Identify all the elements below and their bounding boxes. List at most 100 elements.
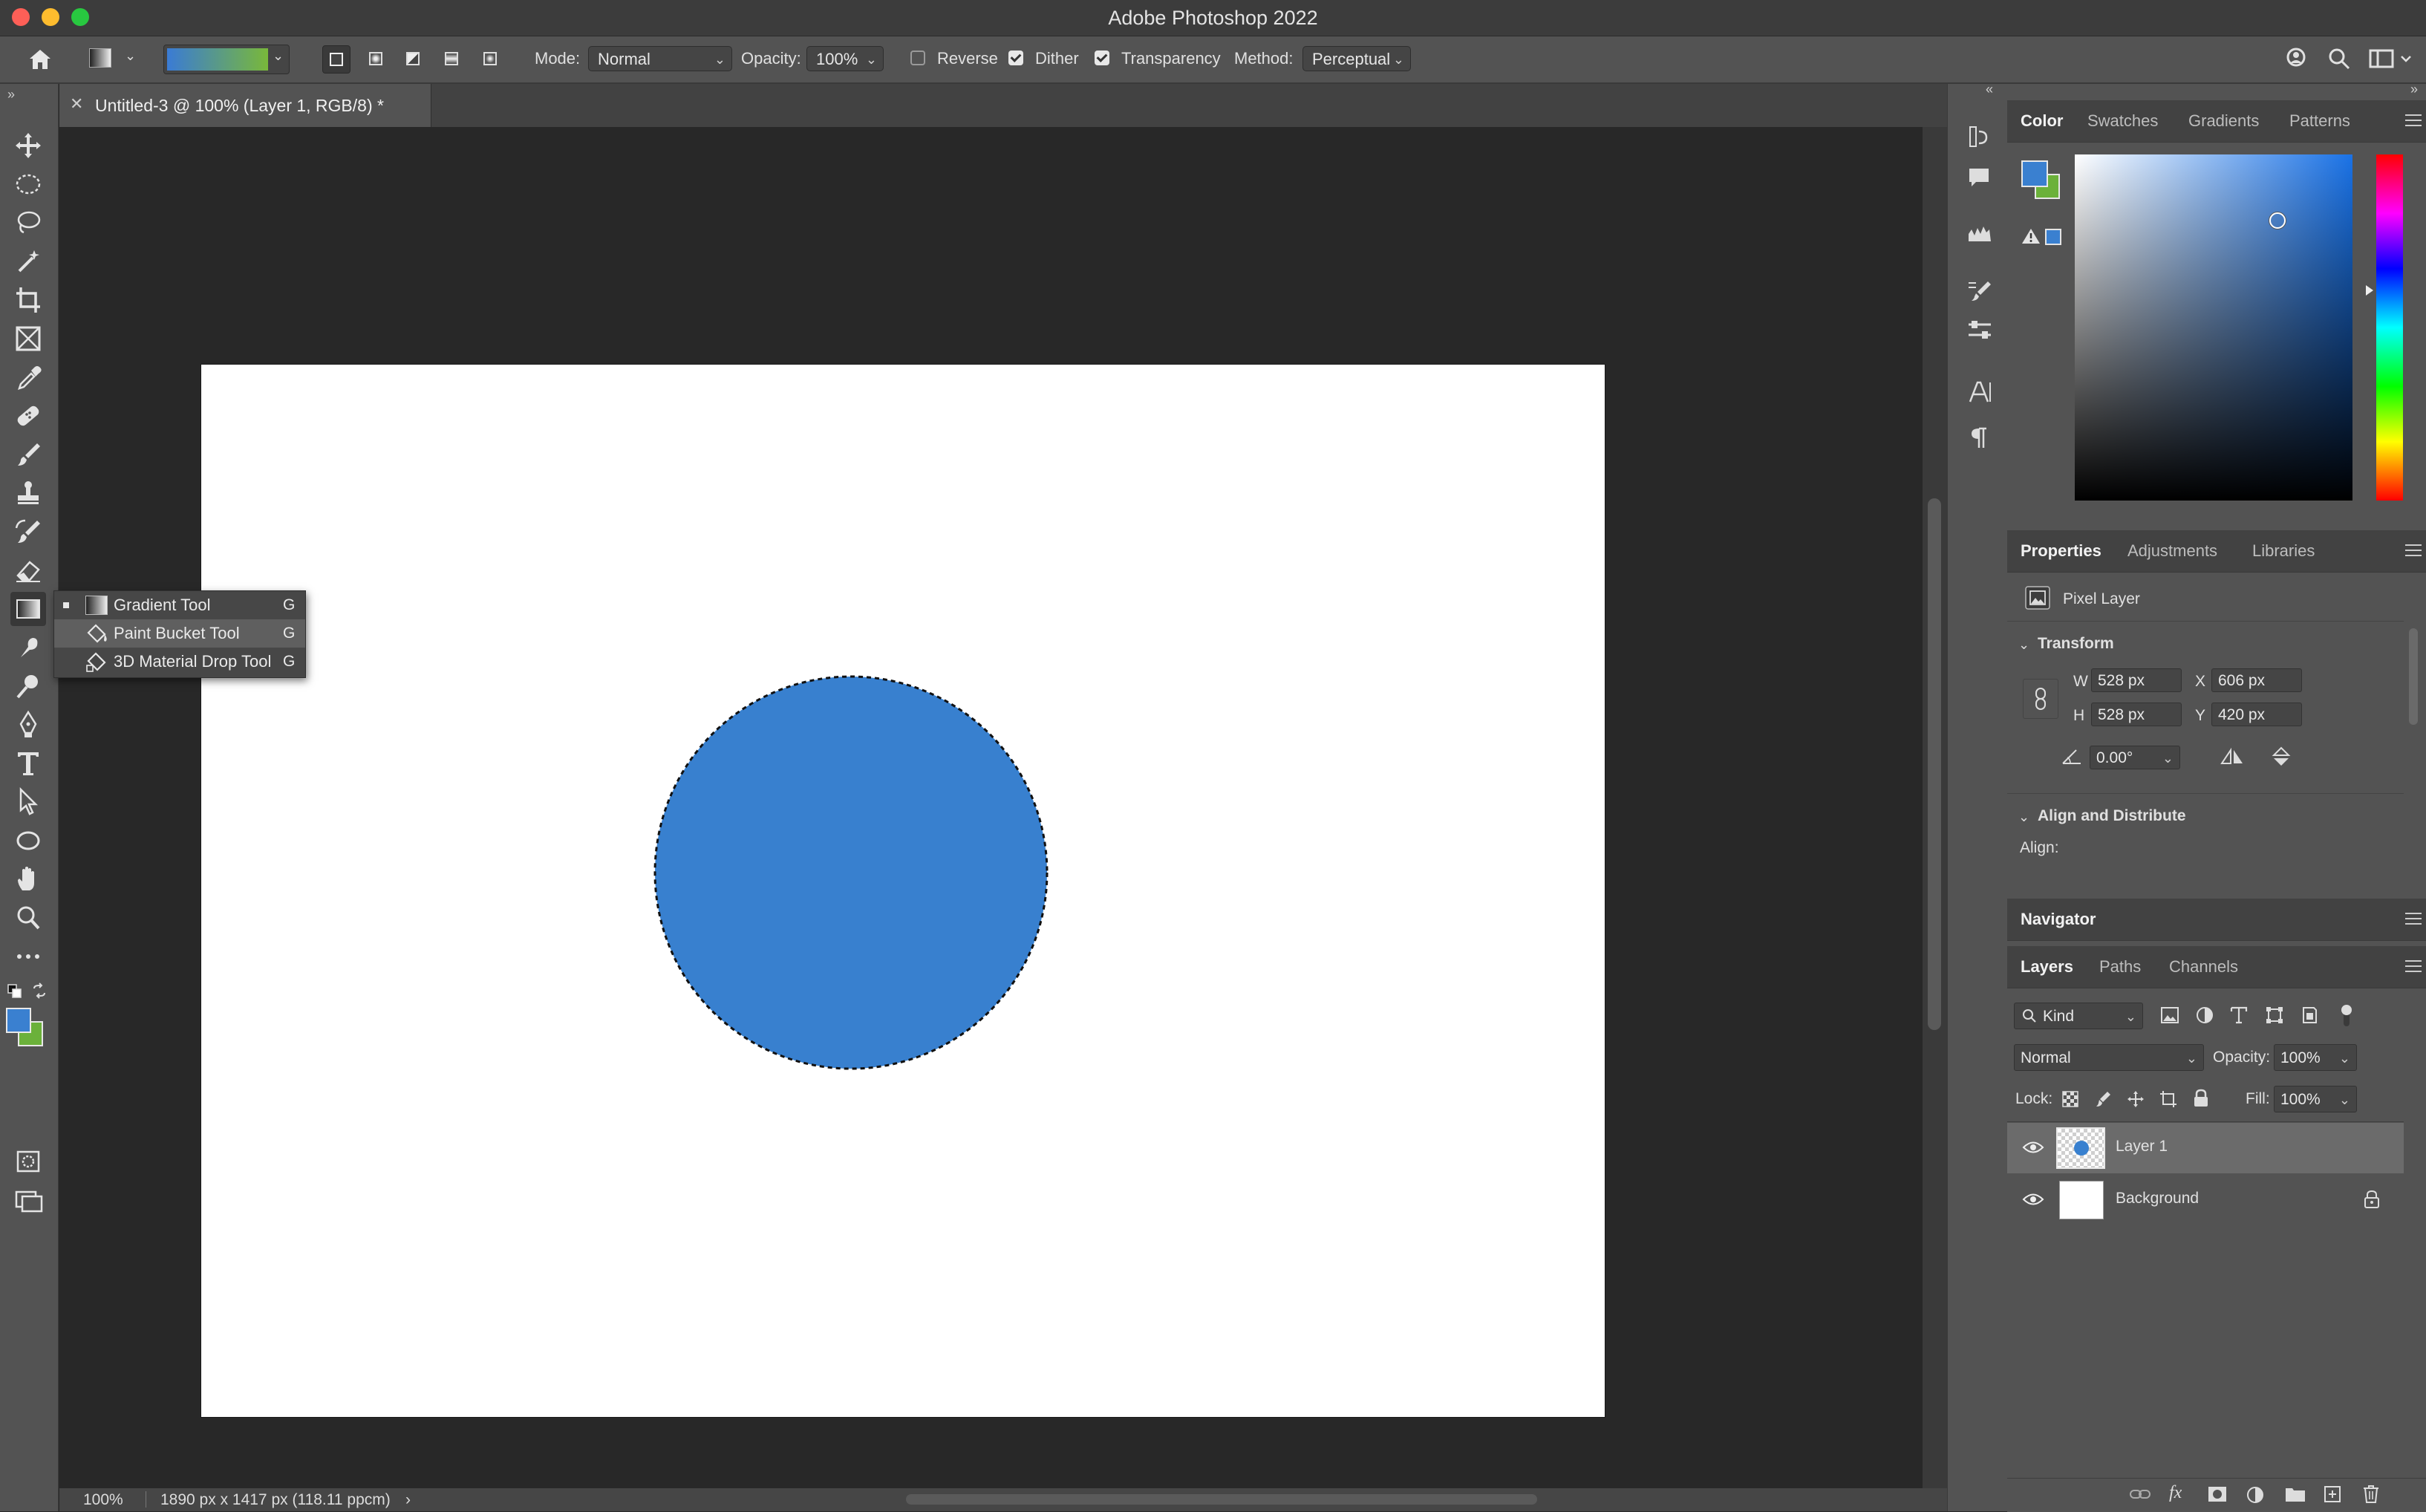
fill-field[interactable]: 100% ⌄ [2274,1086,2357,1112]
height-field[interactable]: 528 px [2091,703,2182,726]
layer-name[interactable]: Background [2116,1190,2199,1208]
brush-settings-icon[interactable] [1967,278,1992,304]
tab-channels[interactable]: Channels [2169,946,2238,988]
frame-tool-icon[interactable] [10,322,46,356]
collapse-dock-icon[interactable]: « [1986,82,1993,97]
filter-shape-icon[interactable] [2265,1006,2284,1025]
lock-image-pixels-icon[interactable] [2094,1090,2112,1108]
quick-mask-icon[interactable] [10,1144,46,1179]
adjustment-layer-icon[interactable] [2246,1486,2264,1504]
filter-smart-object-icon[interactable] [2299,1006,2318,1025]
tab-adjustments[interactable]: Adjustments [2127,530,2217,572]
chevron-down-icon[interactable]: ⌄ [2018,809,2029,825]
paragraph-icon[interactable] [1970,426,1989,449]
new-group-icon[interactable] [2285,1486,2306,1502]
web-safe-color-swatch[interactable] [2045,229,2061,245]
history-brush-tool-icon[interactable] [10,515,46,549]
visibility-eye-icon[interactable] [2022,1191,2044,1208]
tab-libraries[interactable]: Libraries [2252,530,2315,572]
dither-checkbox[interactable] [1008,50,1023,65]
horizontal-scroll-thumb[interactable] [906,1494,1537,1505]
collapse-panel-icon[interactable]: » [7,87,15,102]
marquee-tool-icon[interactable] [10,167,46,201]
expand-dock-icon[interactable]: » [2410,82,2418,97]
foreground-color-swatch[interactable] [6,1008,31,1033]
opacity-field[interactable]: 100% ⌄ [806,46,884,71]
pen-tool-icon[interactable] [10,708,46,742]
path-selection-tool-icon[interactable] [10,785,46,819]
transparency-checkbox[interactable] [1095,50,1109,65]
tab-color[interactable]: Color [2021,100,2063,142]
brush-tool-icon[interactable] [10,437,46,472]
panel-menu-icon[interactable] [2405,544,2422,557]
layer-row-layer-1[interactable]: Layer 1 [2007,1123,2404,1173]
mode-dropdown[interactable]: Normal ⌄ [588,46,732,71]
home-icon[interactable] [27,47,53,72]
layer-name[interactable]: Layer 1 [2116,1138,2168,1156]
clone-stamp-tool-icon[interactable] [10,476,46,510]
eyedropper-tool-icon[interactable] [10,360,46,394]
x-position-field[interactable]: 606 px [2211,668,2302,692]
ellipse-tool-icon[interactable] [10,824,46,858]
tool-preset-picker[interactable]: ⌄ [83,45,143,72]
link-layers-icon[interactable] [2129,1486,2151,1502]
reflected-gradient-button[interactable] [438,45,465,72]
close-tab-icon[interactable]: ✕ [70,94,83,114]
flip-vertical-icon[interactable] [2271,746,2292,768]
gradient-tool-icon[interactable] [10,592,46,626]
more-tools-icon[interactable] [10,939,46,974]
history-icon[interactable] [1967,124,1991,149]
eraser-tool-icon[interactable] [10,553,46,587]
method-dropdown[interactable]: Perceptual ⌄ [1302,46,1411,71]
flyout-item-gradient-tool[interactable]: Gradient Tool G [54,591,305,619]
layer-opacity-field[interactable]: 100% ⌄ [2274,1044,2357,1071]
color-panel-foreground-swatch[interactable] [2021,160,2048,187]
hand-tool-icon[interactable] [10,862,46,896]
layer-filter-dropdown[interactable]: Kind ⌄ [2014,1003,2143,1029]
lock-position-icon[interactable] [2127,1090,2145,1108]
color-field[interactable] [2075,154,2352,501]
default-colors-icon[interactable] [7,984,22,999]
link-dimensions-button[interactable] [2023,679,2058,719]
panel-menu-icon[interactable] [2405,959,2422,973]
width-field[interactable]: 528 px [2091,668,2182,692]
gamut-warning-icon[interactable] [2021,227,2041,245]
character-icon[interactable] [1967,379,1992,405]
chevron-right-icon[interactable]: › [405,1488,411,1511]
search-icon[interactable] [2327,47,2351,71]
document-canvas[interactable] [201,365,1605,1417]
tab-navigator[interactable]: Navigator [2021,899,2096,940]
tab-gradients[interactable]: Gradients [2188,100,2259,142]
reverse-checkbox[interactable] [910,50,925,65]
swap-colors-icon[interactable] [31,983,48,999]
color-picker-cursor[interactable] [2269,212,2286,229]
new-layer-icon[interactable] [2324,1485,2341,1504]
vertical-scroll-thumb[interactable] [1928,498,1941,1030]
tab-patterns[interactable]: Patterns [2289,100,2350,142]
transform-section-title[interactable]: Transform [2038,635,2114,653]
lock-icon[interactable] [2364,1190,2380,1209]
lasso-tool-icon[interactable] [10,206,46,240]
filter-pixel-icon[interactable] [2159,1006,2180,1025]
blend-mode-dropdown[interactable]: Normal ⌄ [2014,1044,2204,1071]
linear-gradient-button[interactable] [322,45,350,74]
lock-all-icon[interactable] [2192,1089,2210,1108]
crop-tool-icon[interactable] [10,283,46,317]
histogram-icon[interactable] [1967,222,1992,244]
flyout-item-3d-material-drop-tool[interactable]: 3D Material Drop Tool G [54,648,305,676]
zoom-tool-icon[interactable] [10,901,46,935]
tab-paths[interactable]: Paths [2099,946,2141,988]
vertical-scrollbar[interactable] [1923,127,1947,1488]
type-tool-icon[interactable] [10,746,46,781]
delete-layer-icon[interactable] [2362,1485,2380,1504]
y-position-field[interactable]: 420 px [2211,703,2302,726]
filter-type-icon[interactable] [2229,1006,2249,1025]
flyout-item-paint-bucket-tool[interactable]: Paint Bucket Tool G [54,619,305,648]
properties-scroll-thumb[interactable] [2409,628,2418,725]
adjustments-sliders-icon[interactable] [1967,319,1992,341]
flip-horizontal-icon[interactable] [2219,747,2246,766]
comments-icon[interactable] [1967,166,1991,189]
align-distribute-section-title[interactable]: Align and Distribute [2038,807,2186,825]
zoom-level[interactable]: 100% [83,1488,123,1511]
chevron-down-icon[interactable]: ⌄ [2018,637,2029,653]
